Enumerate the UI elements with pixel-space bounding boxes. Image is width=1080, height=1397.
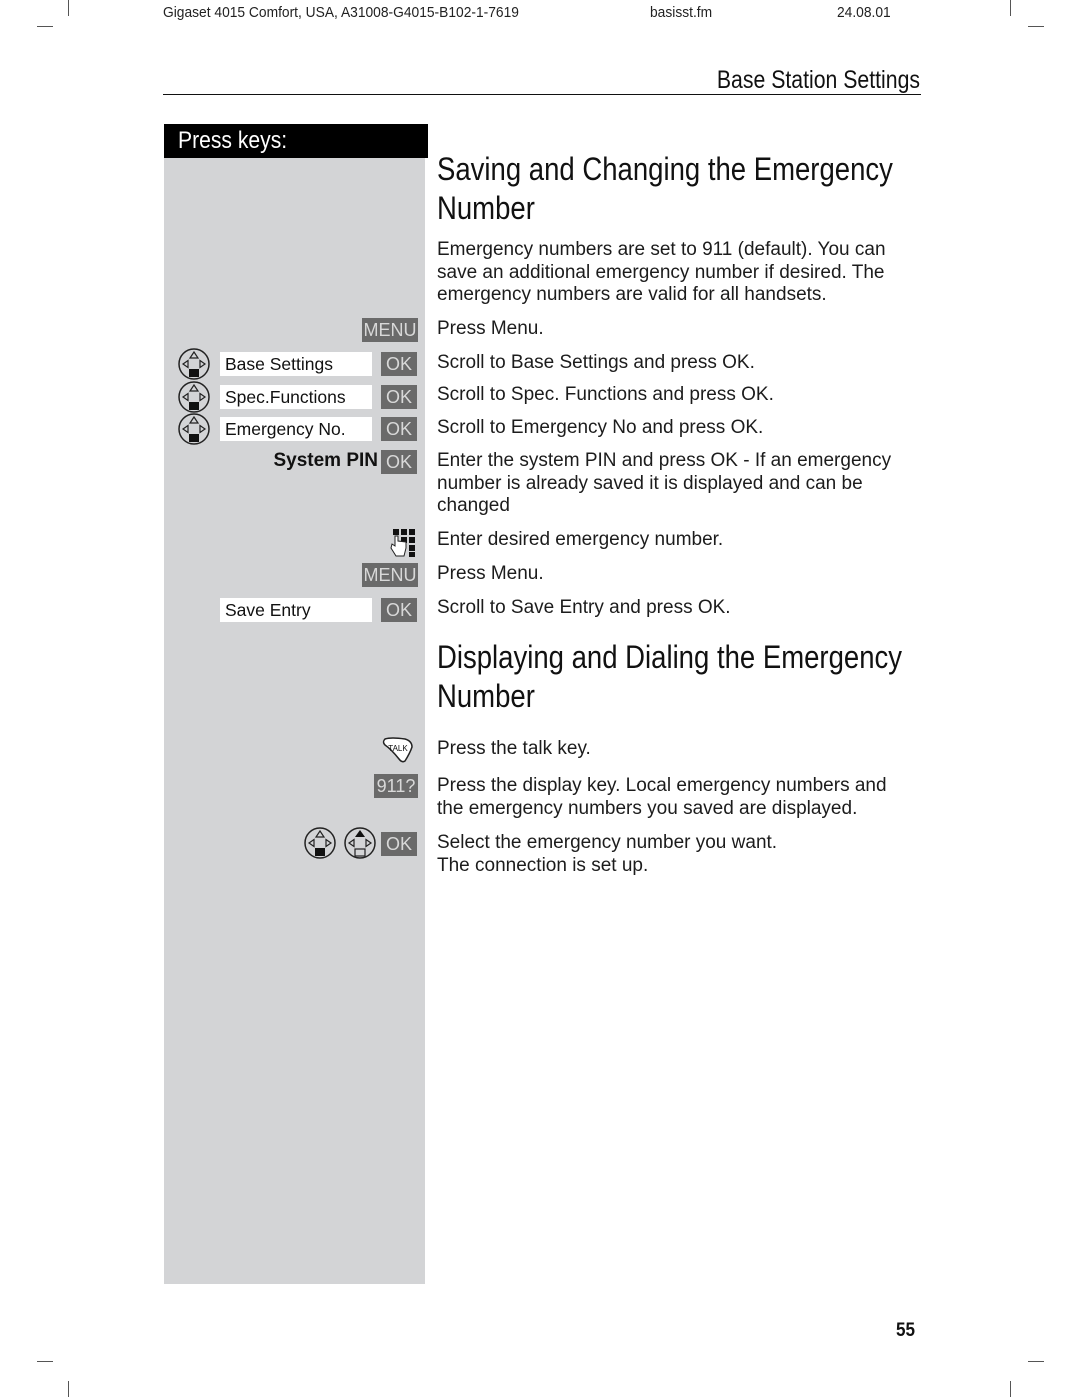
step-text: Press Menu. [437, 318, 544, 339]
file-name: basisst.fm [650, 4, 713, 21]
menu-key[interactable]: MENU [362, 318, 418, 342]
document-id: Gigaset 4015 Comfort, USA, A31008-G4015-… [163, 4, 519, 21]
navigation-key-down-icon[interactable] [303, 826, 337, 860]
ok-key[interactable]: OK [381, 352, 417, 376]
section-heading-cont: Number [437, 678, 535, 714]
intro-line: save an additional emergency number if d… [437, 261, 885, 283]
step-line: the emergency numbers you saved are disp… [437, 797, 858, 819]
page-number: 55 [896, 1320, 916, 1341]
emergency-display-key[interactable]: 911? [374, 774, 418, 798]
display-entry-spec-functions: Spec.Functions [220, 385, 372, 409]
crop-mark [37, 26, 53, 27]
step-line: The connection is set up. [437, 854, 649, 876]
step-text: Scroll to Save Entry and press OK. [437, 597, 731, 618]
navigation-key-up-icon[interactable] [343, 826, 377, 860]
ok-key[interactable]: OK [381, 832, 417, 856]
header-rule [163, 94, 921, 95]
ok-key[interactable]: OK [381, 417, 417, 441]
section-saving-emergency-number: Saving and Changing the Emergency Number [437, 150, 927, 228]
section-dialing-emergency-number: Displaying and Dialing the Emergency Num… [437, 638, 927, 716]
press-keys-label: Press keys: [178, 127, 288, 154]
step-line: Enter the system PIN and press OK - If a… [437, 450, 892, 471]
intro-paragraph: Emergency numbers are set to 911 (defaul… [437, 239, 927, 307]
print-date: 24.08.01 [837, 4, 891, 21]
step-text: Press Menu. [437, 563, 544, 584]
intro-line: Emergency numbers are set to 911 (defaul… [437, 239, 886, 260]
step-text: Scroll to Spec. Functions and press OK. [437, 384, 774, 405]
crop-mark [1028, 26, 1044, 27]
section-heading-cont: Number [437, 190, 535, 226]
system-pin-label: System PIN [273, 450, 378, 471]
talk-key-label: TALK [388, 744, 408, 753]
intro-line: emergency numbers are valid for all hand… [437, 284, 827, 305]
display-entry-emergency-no: Emergency No. [220, 417, 372, 441]
step-text: Select the emergency number you want. Th… [437, 832, 927, 877]
keypad-icon[interactable] [389, 528, 417, 558]
menu-key[interactable]: MENU [362, 563, 418, 587]
crop-mark [37, 1361, 53, 1362]
display-entry-save-entry: Save Entry [220, 598, 372, 622]
step-line: Press the display key. Local emergency n… [437, 775, 887, 796]
step-line: changed [437, 495, 510, 516]
ok-key[interactable]: OK [381, 450, 417, 474]
step-text: Press the talk key. [437, 738, 591, 759]
navigation-key-down-icon[interactable] [177, 380, 211, 414]
ok-key[interactable]: OK [381, 385, 417, 409]
section-heading: Saving and Changing the Emergency [437, 151, 893, 187]
step-text: Enter desired emergency number. [437, 529, 724, 550]
crop-mark [68, 0, 69, 16]
step-text: Enter the system PIN and press OK - If a… [437, 450, 927, 518]
crop-mark [1028, 1361, 1044, 1362]
section-title: Base Station Settings [716, 66, 920, 94]
crop-mark [1010, 1381, 1011, 1397]
navigation-key-down-icon[interactable] [177, 347, 211, 381]
crop-mark [1010, 0, 1011, 16]
section-heading: Displaying and Dialing the Emergency [437, 639, 903, 675]
crop-mark [68, 1381, 69, 1397]
navigation-key-down-icon[interactable] [177, 412, 211, 446]
talk-key-icon[interactable]: TALK [381, 735, 415, 765]
step-line: number is already saved it is displayed … [437, 472, 863, 494]
step-line: Select the emergency number you want. [437, 832, 778, 853]
step-text: Scroll to Emergency No and press OK. [437, 417, 764, 438]
step-text: Press the display key. Local emergency n… [437, 775, 927, 820]
display-entry-base-settings: Base Settings [220, 352, 372, 376]
press-keys-header: Press keys: [164, 124, 428, 158]
step-text: Scroll to Base Settings and press OK. [437, 352, 755, 373]
ok-key[interactable]: OK [381, 598, 417, 622]
